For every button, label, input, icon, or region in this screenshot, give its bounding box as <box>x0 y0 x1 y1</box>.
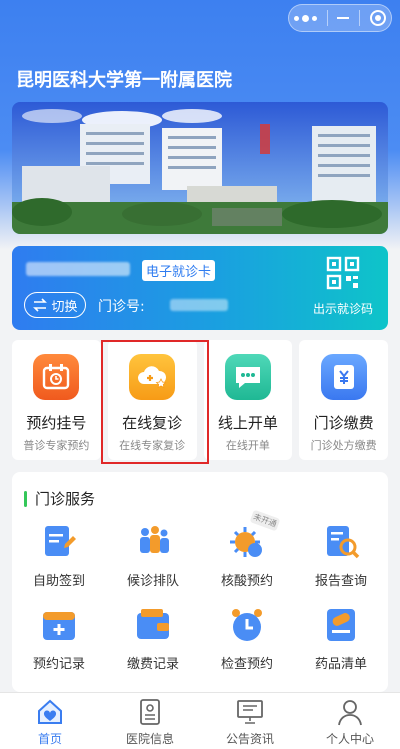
service-self-checkin[interactable]: 自助签到 <box>12 522 106 589</box>
hospital-title: 昆明医科大学第一附属医院 <box>16 70 232 91</box>
quick-title: 在线复诊 <box>122 414 183 432</box>
yuan-payment-icon <box>320 354 367 400</box>
clock-icon <box>232 609 262 641</box>
quick-appointment[interactable]: 预约挂号 普诊专家预约 <box>12 340 101 460</box>
quick-title: 预约挂号 <box>26 414 87 432</box>
service-label: 候诊排队 <box>126 574 179 589</box>
bottom-tabbar: 首页 医院信息 公告资讯 个人中心 <box>0 692 400 749</box>
switch-label: 切换 <box>51 299 78 315</box>
minimize-icon[interactable] <box>337 17 350 19</box>
service-drug-list[interactable]: 药品清单 <box>294 605 388 672</box>
clinic-number-label: 门诊号: <box>98 299 145 315</box>
mini-program-capsule <box>288 4 392 32</box>
patient-name-masked <box>26 262 130 276</box>
hospital-banner[interactable] <box>12 102 388 234</box>
ecard-tag: 电子就诊卡 <box>142 260 216 281</box>
more-icon[interactable] <box>293 14 317 22</box>
tab-profile[interactable]: 个人中心 <box>300 693 400 749</box>
service-exam-appointment[interactable]: 检查预约 <box>200 605 294 672</box>
close-target-icon[interactable] <box>370 10 387 26</box>
quick-payment[interactable]: 门诊缴费 门诊处方缴费 <box>299 340 388 460</box>
service-label: 核酸预约 <box>220 574 273 589</box>
services-title: 门诊服务 <box>35 490 96 508</box>
online-revisit-icon <box>129 354 176 400</box>
tab-label: 公告资讯 <box>225 732 274 746</box>
quick-subtitle: 在线专家复诊 <box>119 439 186 452</box>
service-label: 药品清单 <box>314 657 367 672</box>
tab-label: 个人中心 <box>325 732 374 746</box>
service-label: 自助签到 <box>32 574 85 589</box>
tab-announcements[interactable]: 公告资讯 <box>200 693 300 749</box>
tab-label: 医院信息 <box>125 732 174 746</box>
services-header: 门诊服务 <box>24 488 95 509</box>
swap-icon <box>33 298 48 312</box>
service-label: 报告查询 <box>314 574 367 589</box>
pill-icon <box>327 609 355 641</box>
service-report-query[interactable]: 报告查询 <box>294 522 388 589</box>
quick-actions: 预约挂号 普诊专家预约 在线复诊 在线专家复诊 线上开单 在线开单 门诊缴费 门… <box>12 340 388 460</box>
quick-subtitle: 在线开单 <box>225 439 270 452</box>
quick-online-revisit[interactable]: 在线复诊 在线专家复诊 <box>107 340 197 460</box>
report-icon <box>327 526 360 559</box>
chat-bubble-icon <box>224 354 271 400</box>
tab-label: 首页 <box>37 732 62 746</box>
show-code-button[interactable]: 出示就诊码 <box>310 256 376 317</box>
show-code-label: 出示就诊码 <box>312 302 373 316</box>
announcement-icon <box>237 700 263 724</box>
patient-card[interactable]: 电子就诊卡 切换 门诊号: 出示就诊码 <box>12 246 388 330</box>
quick-subtitle: 门诊处方缴费 <box>310 439 377 452</box>
outpatient-services: 门诊服务 自助签到 候诊排队 未开通 核酸预约 报告查询 预约记录 缴费记录 检… <box>12 472 388 692</box>
virus-icon: 未开通 <box>227 509 281 562</box>
home-icon <box>38 699 62 724</box>
service-queue[interactable]: 候诊排队 <box>106 522 200 589</box>
service-payment-records[interactable]: 缴费记录 <box>106 605 200 672</box>
clinic-number-masked <box>170 299 228 311</box>
service-label: 检查预约 <box>220 657 273 672</box>
service-label: 缴费记录 <box>126 657 179 672</box>
quick-online-order[interactable]: 线上开单 在线开单 <box>203 340 293 460</box>
hospital-info-icon <box>140 699 160 725</box>
service-label: 预约记录 <box>32 657 85 672</box>
service-appointment-records[interactable]: 预约记录 <box>12 605 106 672</box>
qr-code-icon <box>326 256 360 290</box>
appointment-icon <box>33 354 80 400</box>
quick-title: 门诊缴费 <box>313 414 374 432</box>
queue-icon <box>140 526 169 553</box>
calendar-icon <box>43 612 75 640</box>
service-nucleic-test[interactable]: 未开通 核酸预约 <box>200 509 294 589</box>
quick-subtitle: 普诊专家预约 <box>23 439 90 452</box>
wallet-icon <box>137 609 169 639</box>
switch-card-button[interactable]: 切换 <box>24 292 86 318</box>
tab-home[interactable]: 首页 <box>0 693 100 749</box>
quick-title: 线上开单 <box>217 414 278 432</box>
checkin-icon <box>45 526 76 556</box>
user-icon <box>338 700 362 726</box>
tab-hospital-info[interactable]: 医院信息 <box>100 693 200 749</box>
